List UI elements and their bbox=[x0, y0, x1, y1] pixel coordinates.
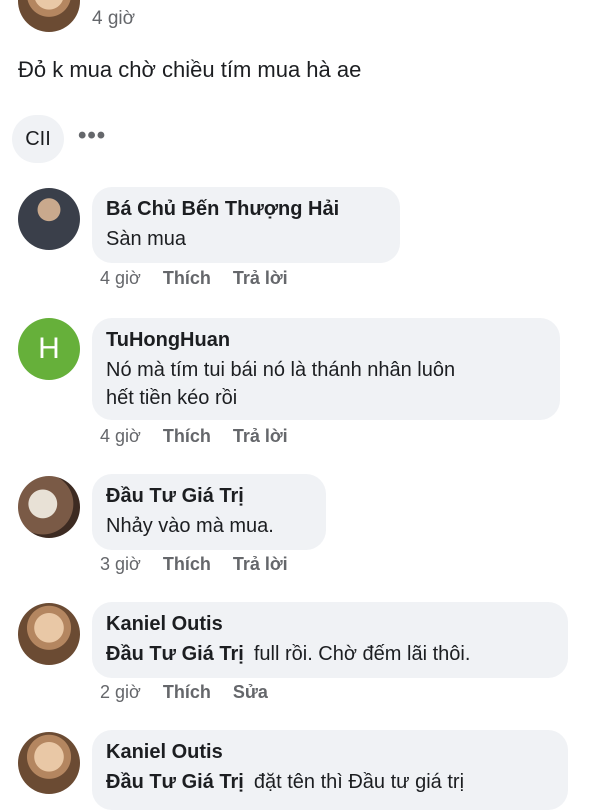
comment-bubble: Đầu Tư Giá Trị Nhảy vào mà mua. bbox=[92, 474, 326, 550]
comment-bubble: TuHongHuan Nó mà tím tui bái nó là thánh… bbox=[92, 318, 560, 420]
comment-reply-text: Đầu Tư Giá Trị đặt tên thì Đầu tư giá trị bbox=[106, 768, 552, 796]
comment-actions: 3 giờ Thích Trả lời bbox=[100, 554, 288, 575]
comment-text-line-2: hết tiền kéo rồi bbox=[106, 387, 238, 409]
comment-text-line-1: Nó mà tím tui bái nó là thánh nhân luôn bbox=[106, 359, 456, 381]
mention-tag[interactable]: Đầu Tư Giá Trị bbox=[106, 771, 244, 793]
comment-text: full rồi. Chờ đếm lãi thôi. bbox=[253, 643, 471, 665]
commenter-avatar[interactable] bbox=[18, 476, 80, 538]
avatar-initial: H bbox=[38, 332, 60, 365]
post-author-avatar[interactable] bbox=[18, 0, 80, 32]
comment-time: 2 giờ bbox=[100, 682, 141, 702]
reply-button[interactable]: Trả lời bbox=[233, 554, 288, 575]
comment-actions: 4 giờ Thích Trả lời bbox=[100, 268, 288, 289]
comment-bubble: Bá Chủ Bến Thượng Hải Sàn mua bbox=[92, 187, 400, 263]
comment-actions: 2 giờ Thích Sửa bbox=[100, 682, 268, 703]
comment-bubble: Kaniel Outis Đầu Tư Giá Trị full rồi. Chờ… bbox=[92, 602, 568, 678]
comment-author[interactable]: TuHongHuan bbox=[106, 328, 544, 352]
comment-bubble: Kaniel Outis Đầu Tư Giá Trị đặt tên thì Đ… bbox=[92, 730, 568, 810]
edit-button[interactable]: Sửa bbox=[233, 682, 268, 703]
like-button[interactable]: Thích bbox=[163, 682, 211, 703]
comment-author[interactable]: Kaniel Outis bbox=[106, 740, 552, 764]
like-button[interactable]: Thích bbox=[163, 554, 211, 575]
comment-text: đặt tên thì Đầu tư giá trị bbox=[253, 771, 465, 793]
comment-time: 3 giờ bbox=[100, 554, 141, 574]
comment-author[interactable]: Bá Chủ Bến Thượng Hải bbox=[106, 197, 384, 221]
comment-text: Sàn mua bbox=[106, 228, 187, 250]
comment-author[interactable]: Kaniel Outis bbox=[106, 612, 552, 636]
comment-time: 4 giờ bbox=[100, 426, 141, 446]
stock-tag-chip[interactable]: CII bbox=[12, 115, 64, 163]
comment-time: 4 giờ bbox=[100, 268, 141, 288]
mention-tag[interactable]: Đầu Tư Giá Trị bbox=[106, 643, 244, 665]
post-timestamp: 4 giờ bbox=[92, 8, 136, 29]
commenter-avatar[interactable] bbox=[18, 603, 80, 665]
comment-actions: 4 giờ Thích Trả lời bbox=[100, 426, 288, 447]
comment-reply-text: Đầu Tư Giá Trị full rồi. Chờ đếm lãi thôi… bbox=[106, 640, 552, 668]
like-button[interactable]: Thích bbox=[163, 268, 211, 289]
more-options-icon[interactable]: ••• bbox=[78, 122, 106, 150]
comment-author[interactable]: Đầu Tư Giá Trị bbox=[106, 484, 310, 508]
commenter-avatar[interactable] bbox=[18, 732, 80, 794]
reply-button[interactable]: Trả lời bbox=[233, 426, 288, 447]
commenter-avatar[interactable] bbox=[18, 188, 80, 250]
comment-text: Nhảy vào mà mua. bbox=[106, 515, 274, 537]
like-button[interactable]: Thích bbox=[163, 426, 211, 447]
commenter-avatar[interactable]: H bbox=[18, 318, 80, 380]
reply-button[interactable]: Trả lời bbox=[233, 268, 288, 289]
post-text: Đỏ k mua chờ chiều tím mua hà ae bbox=[18, 57, 362, 82]
stock-tag-label: CII bbox=[25, 127, 51, 150]
